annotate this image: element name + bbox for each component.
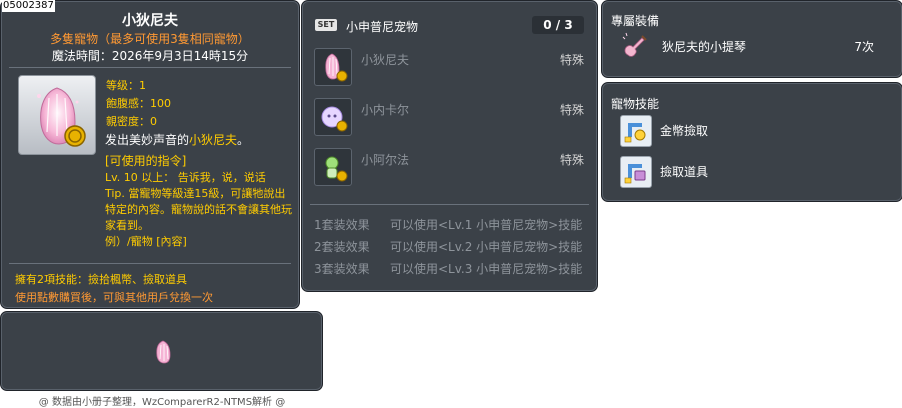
item-id-label: 05002387 [2,0,55,12]
divider [310,204,589,205]
exclusive-equip-panel: 專屬裝備 狄尼夫的小提琴 7次 [601,0,902,78]
set-item-type: 特殊 [559,103,584,117]
set-item-name: 小内卡尔 [361,103,410,117]
set-effect-text: 可以使用<Lv.3 小申普尼宠物>技能 [390,262,583,276]
set-effect-text: 可以使用<Lv.2 小申普尼宠物>技能 [390,240,583,254]
skills-summary: 擁有2項技能：撿拾楓幣、撿取道具 [15,273,187,286]
pet-closeness: 親密度：0 [106,115,157,128]
description-highlight: 小狄尼夫 [189,133,238,147]
set-effect-row: 1套装效果 可以使用<Lv.1 小申普尼宠物>技能 [314,216,582,233]
pet-skills-title: 寵物技能 [611,97,660,111]
description-suffix: 。 [237,133,250,147]
pet-icon-frame [18,75,96,155]
equip-name: 狄尼夫的小提琴 [662,40,747,54]
set-badge: SET [315,19,337,31]
set-effect-row: 2套装效果 可以使用<Lv.2 小申普尼宠物>技能 [314,238,582,255]
pet-skill-item[interactable]: 金幣撿取 [620,115,890,147]
pet-skill-name: 撿取道具 [660,165,709,179]
set-item-type: 特殊 [559,53,584,67]
set-item-slot [314,48,352,86]
divider [9,67,291,68]
pet-skill-name: 金幣撿取 [660,124,709,138]
meso-pickup-graphic [624,123,646,143]
item-pickup-icon [620,156,652,188]
set-item-name: 小狄尼夫 [361,53,410,67]
item-description: 发出美妙声音的小狄尼夫。 [105,131,295,148]
meso-pickup-icon [620,115,652,147]
item-expiry: 魔法時間：2026年9月3日14時15分 [51,49,249,63]
pet-preview-panel [0,311,323,391]
set-panel: SET 小申普尼宠物 0 / 3 小狄尼夫 特殊 小内卡尔 特殊 小阿尔法 特殊… [301,0,598,292]
pet-skill-item[interactable]: 撿取道具 [620,156,890,188]
set-effect-label: 2套装效果 [314,240,370,254]
pet-preview-icon [156,340,171,364]
commands-title: [可使用的指令] [105,154,187,168]
set-item[interactable]: 小阿尔法 特殊 [314,148,584,188]
description-prefix: 发出美妙声音的 [105,133,190,147]
set-item[interactable]: 小内卡尔 特殊 [314,98,584,138]
pet-skills-panel: 寵物技能 金幣撿取 撿取道具 [601,82,902,202]
set-effect-label: 1套装效果 [314,218,370,232]
alpha-pet-icon [325,156,348,182]
divider [9,263,291,264]
set-item-name: 小阿尔法 [361,153,410,167]
set-name: 小申普尼宠物 [346,20,419,34]
set-effect-label: 3套装效果 [314,262,370,276]
set-item-type: 特殊 [559,153,584,167]
commands-body: Lv. 10 以上： 告诉我，说，说话 Tip. 當寵物等級達15級，可讓牠說出… [105,171,292,248]
pet-icon [37,87,86,147]
credit-line: @ 数据由小册子整理，WzComparerR2-NTMS解析 @ [38,397,286,408]
item-tooltip-panel: 小狄尼夫 多隻寵物（最多可使用3隻相同寵物） 魔法時間：2026年9月3日14時… [0,0,300,309]
equip-panel-title: 專屬裝備 [611,14,660,28]
item-title: 小狄尼夫 [122,13,178,29]
pet-level: 等级：1 [106,79,146,92]
equip-count: 7次 [854,40,874,54]
set-effect-row: 3套装效果 可以使用<Lv.3 小申普尼宠物>技能 [314,260,582,277]
set-count: 0 / 3 [532,16,584,34]
set-item-slot [314,98,352,136]
item-subtitle: 多隻寵物（最多可使用3隻相同寵物） [50,32,250,46]
neckar-pet-icon [321,106,348,132]
pet-fullness: 飽腹感：100 [106,97,171,110]
item-pickup-graphic [624,164,646,184]
set-item[interactable]: 小狄尼夫 特殊 [314,48,584,88]
set-effect-text: 可以使用<Lv.1 小申普尼宠物>技能 [390,218,583,232]
set-item-slot [314,148,352,186]
trade-note: 使用點數購買後，可與其他用戶兌換一次 [15,291,213,304]
dinif-pet-icon [325,53,348,82]
violin-icon [622,32,647,57]
